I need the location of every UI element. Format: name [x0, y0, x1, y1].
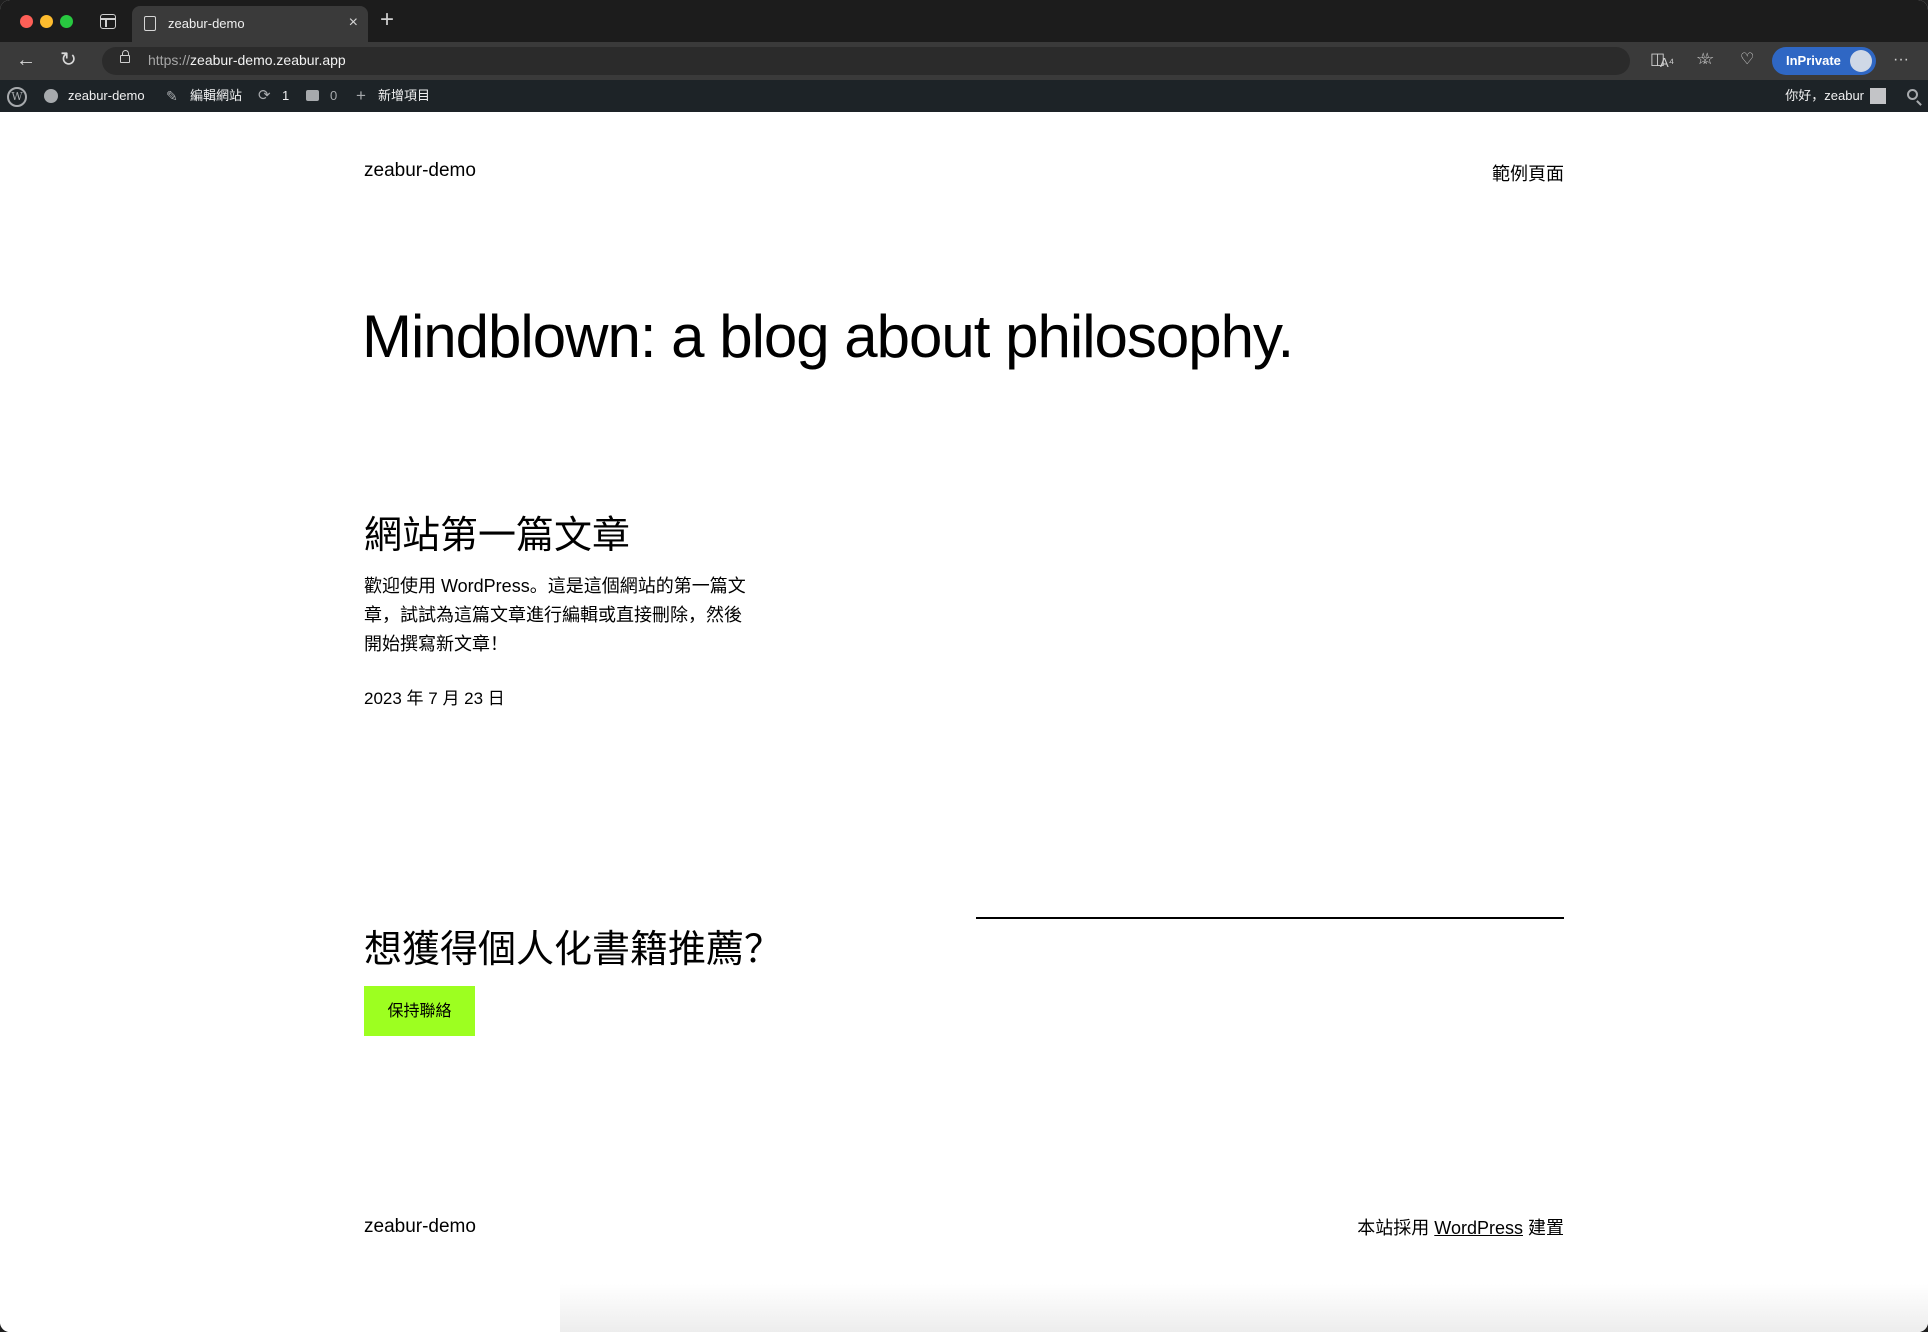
- admin-bar-comments-count[interactable]: 0: [330, 80, 337, 112]
- browser-essentials-icon[interactable]: ♡: [1740, 50, 1754, 70]
- minimize-window-button[interactable]: [40, 15, 53, 28]
- back-arrow-icon[interactable]: ←: [16, 48, 36, 72]
- footer-credit: 本站採用 WordPress 建置: [1357, 1214, 1564, 1240]
- nav-sample-page[interactable]: 範例頁面: [1492, 160, 1564, 186]
- page-icon: [144, 16, 156, 31]
- site-title[interactable]: zeabur-demo: [364, 160, 476, 182]
- maximize-window-button[interactable]: [60, 15, 73, 28]
- tab-active[interactable]: zeabur-demo ×: [132, 6, 368, 42]
- more-options-icon[interactable]: ···: [1893, 50, 1909, 70]
- footer-site-title[interactable]: zeabur-demo: [364, 1216, 476, 1238]
- address-bar[interactable]: https://zeabur-demo.zeabur.app A⁴ ☆: [102, 47, 1714, 75]
- footer-credit-suffix: 建置: [1522, 1218, 1564, 1238]
- footer-credit-prefix: 本站採用: [1357, 1218, 1435, 1238]
- url-text[interactable]: https://zeabur-demo.zeabur.app: [148, 52, 346, 68]
- dashboard-icon: [44, 89, 58, 103]
- keep-in-touch-button[interactable]: 保持聯絡: [364, 986, 475, 1036]
- wordpress-link[interactable]: WordPress: [1434, 1218, 1523, 1238]
- inprivate-label: InPrivate: [1786, 53, 1841, 68]
- hero-heading: Mindblown: a blog about philosophy.: [362, 303, 1294, 370]
- post-excerpt: 歡迎使用 WordPress。這是這個網站的第一篇文章，試試為這篇文章進行編輯或…: [364, 576, 746, 654]
- close-window-button[interactable]: [20, 15, 33, 28]
- wp-admin-bar: zeabur-demo ✎ 編輯網站 ⟳ 1 0 + 新增項目 你好，zeabu…: [0, 80, 1928, 112]
- tab-title: zeabur-demo: [168, 16, 245, 31]
- split-screen-icon[interactable]: ◫: [1650, 50, 1665, 70]
- new-tab-button[interactable]: +: [380, 8, 394, 32]
- window-edge-shadow: [560, 1284, 1928, 1332]
- post-date[interactable]: 2023 年 7 月 23 日: [364, 684, 505, 709]
- admin-bar-howdy[interactable]: 你好，zeabur: [1785, 80, 1864, 112]
- inprivate-button[interactable]: InPrivate: [1772, 47, 1876, 75]
- brush-icon: ✎: [166, 88, 178, 104]
- post-title[interactable]: 網站第一篇文章: [364, 504, 630, 559]
- reload-icon[interactable]: ↻: [60, 48, 77, 72]
- browser-toolbar: ← ↻ https://zeabur-demo.zeabur.app A⁴ ☆ …: [0, 42, 1928, 80]
- updates-icon: ⟳: [258, 87, 271, 104]
- tab-strip: zeabur-demo × +: [0, 0, 1928, 42]
- cta-heading: 想獲得個人化書籍推薦？: [364, 929, 783, 971]
- profile-avatar-icon: [1850, 50, 1872, 72]
- url-host: zeabur-demo.zeabur.app: [190, 52, 346, 68]
- url-protocol: https://: [148, 52, 191, 68]
- user-avatar[interactable]: [1870, 88, 1886, 104]
- search-icon[interactable]: [1907, 89, 1918, 100]
- plus-icon: +: [356, 86, 366, 105]
- admin-bar-new-item[interactable]: 新增項目: [378, 80, 430, 112]
- page-content: zeabur-demo 範例頁面 Mindblown: a blog about…: [0, 112, 1928, 1332]
- separator: [976, 917, 1564, 919]
- admin-bar-site-name[interactable]: zeabur-demo: [68, 80, 145, 112]
- tab-close-icon[interactable]: ×: [349, 14, 358, 32]
- admin-bar-edit-site[interactable]: 編輯網站: [190, 80, 242, 112]
- browser-window: zeabur-demo × + ← ↻ https://zeabur-demo.…: [0, 0, 1928, 1332]
- tab-actions-icon[interactable]: [100, 14, 116, 29]
- favorites-icon[interactable]: ☆: [1696, 50, 1710, 70]
- wordpress-logo-icon[interactable]: [7, 87, 27, 107]
- lock-icon[interactable]: [120, 50, 130, 63]
- admin-bar-updates-count[interactable]: 1: [282, 80, 289, 112]
- comment-icon: [306, 90, 319, 101]
